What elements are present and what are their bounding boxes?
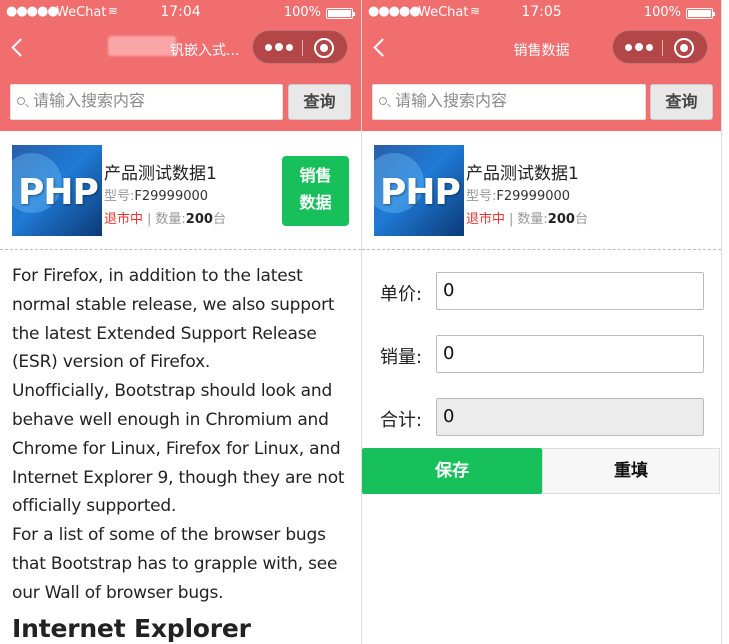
page-title: 钒嵌入式... xyxy=(170,43,240,59)
reset-button[interactable]: 重填 xyxy=(542,448,720,494)
article-content: For Firefox, in addition to the latest n… xyxy=(0,250,361,644)
total-label: 合计: xyxy=(380,410,423,431)
capsule-divider xyxy=(662,40,663,56)
product-image-text: PHP xyxy=(18,172,99,213)
quantity-unit: 台 xyxy=(212,212,226,227)
search-icon xyxy=(17,97,25,105)
product-image: PHP xyxy=(12,145,102,236)
volume-label: 销量: xyxy=(380,347,423,368)
status-bar: ●●●●● WeChat ≋ 17:05 100% xyxy=(362,0,721,24)
sales-button-line2: 数据 xyxy=(299,193,332,212)
product-model: 型号:F29999000 xyxy=(466,185,570,204)
article-heading: Internet Explorer xyxy=(12,613,251,643)
page-title: 销售数据 xyxy=(513,43,570,59)
navigation-bar: 钒嵌入式... xyxy=(0,24,361,74)
form-row-total: 合计: 0 xyxy=(362,386,721,449)
quantity-value: 200 xyxy=(547,212,575,227)
search-icon xyxy=(379,97,387,105)
form-row-price: 单价: 0 xyxy=(362,260,721,323)
quantity-label: 数量: xyxy=(155,212,186,227)
separator: | xyxy=(509,212,514,227)
article-paragraph: For Firefox, in addition to the latest n… xyxy=(12,266,335,373)
product-status-line: 退市中 | 数量:200台 xyxy=(466,208,588,227)
article-paragraph: For a list of some of the browser bugs t… xyxy=(12,525,338,603)
save-button[interactable]: 保存 xyxy=(362,448,542,494)
sales-button-line1: 销售 xyxy=(299,166,332,185)
sales-data-button[interactable]: 销售 数据 xyxy=(282,156,349,226)
miniprogram-capsule xyxy=(252,30,348,64)
volume-input[interactable]: 0 xyxy=(436,335,704,373)
product-name: 产品测试数据1 xyxy=(104,164,217,184)
more-dots-icon[interactable] xyxy=(265,39,295,55)
form-actions: 保存 重填 xyxy=(362,448,721,496)
status-badge: 退市中 xyxy=(104,212,144,227)
status-bar: ●●●●● WeChat ≋ 17:04 100% xyxy=(0,0,361,24)
product-card: PHP 产品测试数据1 型号:F29999000 退市中 | 数量:200台 xyxy=(362,131,721,250)
product-model: 型号:F29999000 xyxy=(104,185,208,204)
quantity-unit: 台 xyxy=(574,212,588,227)
quantity-label: 数量: xyxy=(517,212,548,227)
article-paragraph: Unofficially, Bootstrap should look and … xyxy=(12,381,345,517)
model-value: F29999000 xyxy=(134,189,209,204)
search-button[interactable]: 查询 xyxy=(288,84,351,120)
battery-percent: 100% xyxy=(643,5,681,20)
product-image-text: PHP xyxy=(380,172,461,213)
search-bar: 查询 xyxy=(0,84,361,120)
miniprogram-capsule xyxy=(612,30,708,64)
battery-icon xyxy=(686,8,715,19)
product-status-line: 退市中 | 数量:200台 xyxy=(104,208,226,227)
phone-screen-product-detail: ●●●●● WeChat ≋ 17:04 100% 钒嵌入式... 查询 xyxy=(0,0,362,644)
redacted-title-region xyxy=(108,36,176,56)
close-circle-icon[interactable] xyxy=(314,38,334,58)
search-bar: 查询 xyxy=(362,84,721,120)
quantity-value: 200 xyxy=(185,212,213,227)
more-dots-icon[interactable] xyxy=(625,39,655,55)
total-field: 0 xyxy=(436,398,704,436)
status-badge: 退市中 xyxy=(466,212,506,227)
close-circle-icon[interactable] xyxy=(674,38,694,58)
header: ●●●●● WeChat ≋ 17:04 100% 钒嵌入式... 查询 xyxy=(0,0,361,131)
battery-icon xyxy=(326,8,355,19)
price-input[interactable]: 0 xyxy=(436,272,704,310)
phone-screen-sales-data: ●●●●● WeChat ≋ 17:05 100% 销售数据 查询 xyxy=(362,0,722,644)
search-input[interactable] xyxy=(395,91,641,110)
header: ●●●●● WeChat ≋ 17:05 100% 销售数据 查询 xyxy=(362,0,721,131)
search-input[interactable] xyxy=(33,91,278,110)
back-arrow-icon[interactable] xyxy=(8,32,32,62)
price-label: 单价: xyxy=(380,284,423,305)
back-arrow-icon[interactable] xyxy=(370,32,394,62)
product-name: 产品测试数据1 xyxy=(466,164,579,184)
separator: | xyxy=(147,212,152,227)
search-box[interactable] xyxy=(372,84,646,120)
model-value: F29999000 xyxy=(496,189,571,204)
form-row-volume: 销量: 0 xyxy=(362,323,721,386)
navigation-bar: 销售数据 xyxy=(362,24,721,74)
model-label: 型号: xyxy=(466,189,497,204)
search-button[interactable]: 查询 xyxy=(650,84,713,120)
capsule-divider xyxy=(302,40,303,56)
model-label: 型号: xyxy=(104,189,135,204)
product-card: PHP 产品测试数据1 型号:F29999000 退市中 | 数量:200台 销售 … xyxy=(0,131,361,250)
product-image: PHP xyxy=(374,145,464,236)
battery-percent: 100% xyxy=(283,5,321,20)
sales-form: 单价: 0 销量: 0 合计: 0 保存 重填 xyxy=(362,250,721,494)
search-box[interactable] xyxy=(10,84,283,120)
